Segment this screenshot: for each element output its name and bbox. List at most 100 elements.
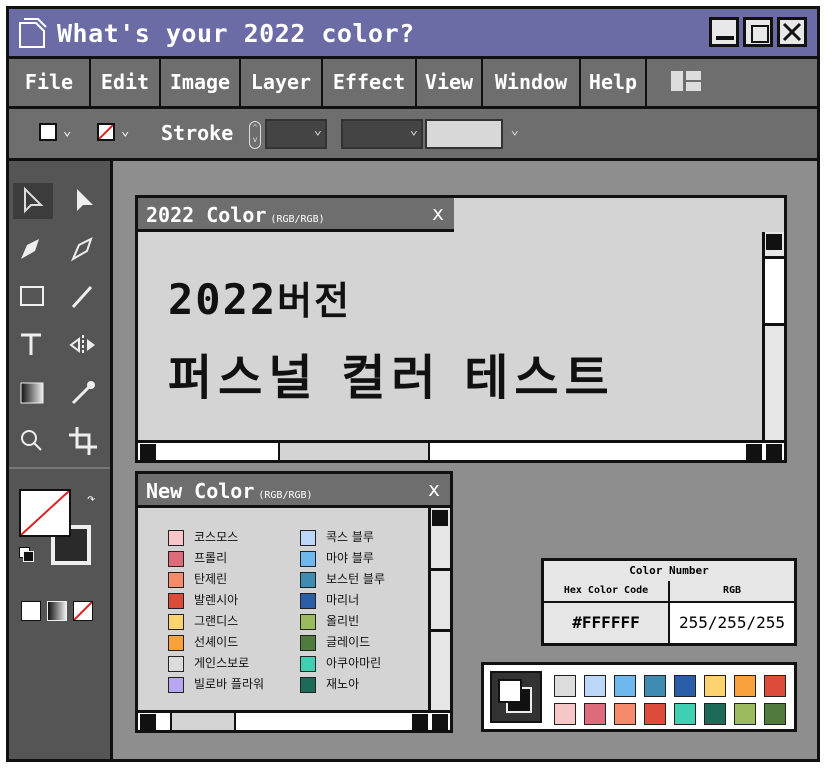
zoom-tool[interactable] — [13, 423, 53, 459]
color-list-item[interactable]: 선셰이드 — [168, 633, 238, 651]
scroll-up-icon[interactable] — [766, 234, 782, 250]
palette-swatch[interactable] — [584, 675, 606, 697]
scroll-left-icon[interactable] — [140, 444, 156, 460]
palette-swatch[interactable] — [674, 675, 696, 697]
color-list-item[interactable]: 게인스보로 — [168, 654, 249, 672]
fill-stroke-widget[interactable]: ↷ — [19, 483, 105, 575]
type-tool[interactable] — [13, 327, 53, 363]
color-number-headers: Hex Color Code RGB — [544, 581, 794, 603]
crop-tool[interactable] — [65, 423, 105, 459]
reflect-tool[interactable] — [65, 327, 105, 363]
rectangle-tool[interactable] — [13, 279, 53, 315]
palette-fill-stroke[interactable] — [490, 671, 542, 723]
vertical-scrollbar[interactable] — [762, 232, 784, 442]
stroke-swatch[interactable] — [97, 123, 115, 141]
menu-window[interactable]: Window — [483, 59, 581, 106]
color-mode-color[interactable] — [21, 601, 41, 621]
palette-swatch[interactable] — [734, 703, 756, 725]
scroll-up-icon[interactable] — [432, 510, 448, 526]
color-list-item[interactable]: 그랜디스 — [168, 612, 238, 630]
chevron-down-icon[interactable]: ⌄ — [63, 123, 71, 139]
palette-swatch[interactable] — [674, 703, 696, 725]
color-list-item[interactable]: 아쿠아마린 — [300, 654, 381, 672]
minimize-button[interactable] — [709, 17, 739, 47]
scroll-thumb[interactable] — [278, 443, 430, 460]
color-swatch — [300, 529, 316, 546]
palette-swatch[interactable] — [644, 675, 666, 697]
hex-value[interactable]: #FFFFFF — [544, 603, 670, 643]
color-list-item[interactable]: 보스턴 블루 — [300, 570, 385, 588]
scroll-left-icon[interactable] — [140, 714, 156, 730]
color-list-item[interactable]: 발렌시아 — [168, 591, 238, 609]
color-mode-gradient[interactable] — [47, 601, 67, 621]
close-button[interactable] — [777, 17, 807, 47]
scroll-right-icon[interactable] — [746, 444, 762, 460]
layout-icon[interactable] — [671, 71, 701, 91]
menu-image[interactable]: Image — [161, 59, 241, 106]
scroll-thumb[interactable] — [765, 256, 784, 326]
selection-tool[interactable] — [13, 183, 53, 219]
palette-swatch[interactable] — [704, 703, 726, 725]
menu-help[interactable]: Help — [581, 59, 647, 106]
color-list-item[interactable]: 탄제린 — [168, 570, 227, 588]
color-list-item[interactable]: 마야 블루 — [300, 549, 374, 567]
horizontal-scrollbar[interactable] — [138, 440, 784, 460]
chevron-down-icon: ⌄ — [510, 122, 519, 138]
color-list-item[interactable]: 프롤리 — [168, 549, 227, 567]
horizontal-scrollbar[interactable] — [138, 710, 450, 730]
palette-swatch[interactable] — [764, 703, 786, 725]
color-list-item[interactable]: 재노아 — [300, 675, 359, 693]
menu-effect[interactable]: Effect — [323, 59, 417, 106]
palette-swatch[interactable] — [734, 675, 756, 697]
scroll-thumb[interactable] — [431, 568, 450, 632]
color-list-item[interactable]: 빌로바 플라워 — [168, 675, 264, 693]
color-number-title: Color Number — [544, 561, 794, 583]
fill-color-box[interactable] — [19, 489, 71, 537]
scroll-down-icon[interactable] — [432, 714, 448, 730]
color-list-item[interactable]: 글레이드 — [300, 633, 370, 651]
chevron-down-icon[interactable]: ⌄ — [121, 123, 129, 139]
opacity-dropdown[interactable]: ⌄ — [425, 119, 519, 149]
palette-swatch[interactable] — [554, 703, 576, 725]
stroke-stepper-icon[interactable]: ^ v — [249, 121, 261, 149]
no-color-icon — [21, 491, 69, 535]
close-icon[interactable]: x — [428, 477, 440, 501]
default-colors-icon[interactable] — [19, 547, 34, 562]
palette-swatch[interactable] — [554, 675, 576, 697]
eyedropper-tool[interactable] — [65, 375, 105, 411]
color-mode-none[interactable] — [73, 601, 93, 621]
gradient-tool[interactable] — [13, 375, 53, 411]
palette-swatch[interactable] — [614, 675, 636, 697]
pen-tool[interactable] — [13, 231, 53, 267]
maximize-button[interactable] — [743, 17, 773, 47]
menu-layer[interactable]: Layer — [241, 59, 323, 106]
palette-swatch[interactable] — [614, 703, 636, 725]
rgb-value[interactable]: 255/255/255 — [670, 603, 794, 643]
menu-file[interactable]: File — [9, 59, 91, 106]
color-name: 탄제린 — [194, 572, 228, 586]
menu-view[interactable]: View — [417, 59, 483, 106]
palette-swatch[interactable] — [584, 703, 606, 725]
color-list-item[interactable]: 올리빈 — [300, 612, 359, 630]
stroke-weight-dropdown[interactable]: ⌄ — [265, 119, 327, 149]
anchor-pen-tool[interactable] — [65, 231, 105, 267]
palette-swatch[interactable] — [764, 675, 786, 697]
brush-tool[interactable] — [65, 279, 105, 315]
scroll-right-icon[interactable] — [412, 714, 428, 730]
scroll-thumb[interactable] — [170, 713, 236, 730]
palette-swatch[interactable] — [704, 675, 726, 697]
direct-selection-tool[interactable] — [65, 183, 105, 219]
color-name: 그랜디스 — [194, 614, 239, 628]
menu-edit[interactable]: Edit — [91, 59, 161, 106]
palette-swatch[interactable] — [644, 703, 666, 725]
scroll-down-icon[interactable] — [766, 444, 782, 460]
swap-icon[interactable]: ↷ — [87, 491, 95, 507]
stroke-style-dropdown[interactable]: ⌄ — [341, 119, 423, 149]
vertical-scrollbar[interactable] — [428, 508, 450, 710]
color-list-item[interactable]: 마리너 — [300, 591, 359, 609]
pen-plus-icon — [70, 237, 93, 262]
fill-swatch[interactable] — [39, 123, 57, 141]
close-icon[interactable]: x — [432, 201, 444, 225]
color-list-item[interactable]: 콕스 블루 — [300, 528, 374, 546]
color-list-item[interactable]: 코스모스 — [168, 528, 238, 546]
